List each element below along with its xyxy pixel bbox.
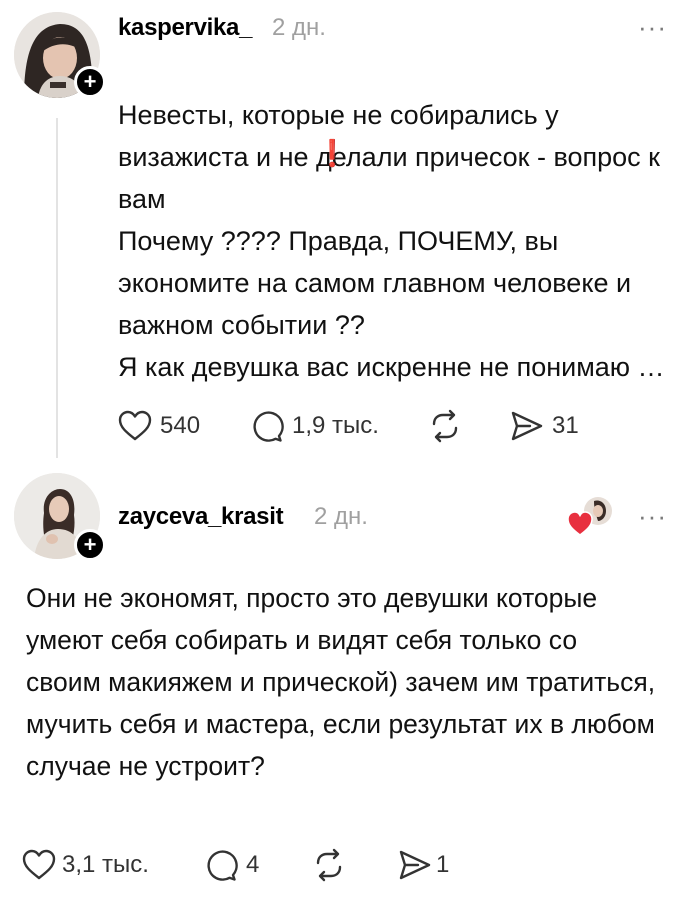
timestamp: 2 дн. <box>272 14 326 41</box>
send-icon <box>511 411 543 441</box>
reply-count: 1,9 тыс. <box>292 412 379 439</box>
heart-icon <box>22 849 56 880</box>
like-count: 3,1 тыс. <box>62 851 149 878</box>
comment-bubble-icon <box>253 411 284 442</box>
like-button[interactable]: 3,1 тыс. <box>22 845 149 885</box>
post-actions: 540 1,9 тыс. 31 <box>118 406 638 446</box>
username[interactable]: kaspervika_ <box>118 14 252 42</box>
exclamation-emoji-icon: ❗ <box>316 138 349 168</box>
post-zayceva: + zayceva_krasit 2 дн. ··· Они не эконом… <box>0 465 700 898</box>
follow-plus-button[interactable]: + <box>74 529 106 561</box>
post-text: Невесты, которые не собирались у визажис… <box>118 52 678 388</box>
reply-count: 4 <box>246 851 260 878</box>
post-text-body: Невесты, которые не собирались у визажис… <box>118 100 665 382</box>
post-actions: 3,1 тыс. 4 1 <box>22 845 542 885</box>
reply-button[interactable]: 4 <box>204 845 259 885</box>
more-options-button[interactable]: ··· <box>638 503 667 529</box>
repost-icon <box>432 409 458 443</box>
more-options-button[interactable]: ··· <box>638 14 667 40</box>
send-icon <box>399 850 431 880</box>
timestamp: 2 дн. <box>314 503 368 530</box>
repost-icon <box>316 848 342 882</box>
author-liked-badge <box>566 495 614 539</box>
like-button[interactable]: 540 <box>118 406 200 446</box>
post-kaspervika: + kaspervika_ 2 дн. ··· Невесты, которые… <box>0 0 700 465</box>
like-count: 540 <box>160 412 201 439</box>
share-count: 1 <box>436 851 450 878</box>
reply-button[interactable]: 1,9 тыс. <box>250 406 379 446</box>
follow-plus-button[interactable]: + <box>74 66 106 98</box>
author-liked-heart-icon <box>567 497 612 536</box>
reply-text: Они не экономят, просто это девушки кото… <box>26 583 656 781</box>
repost-button[interactable] <box>312 845 346 885</box>
heart-icon <box>118 410 152 441</box>
share-button[interactable]: 1 <box>398 845 449 885</box>
share-button[interactable]: 31 <box>510 406 579 446</box>
username[interactable]: zayceva_krasit <box>118 503 284 531</box>
share-count: 31 <box>552 412 579 439</box>
comment-bubble-icon <box>207 850 238 881</box>
thread-line <box>56 118 58 458</box>
repost-button[interactable] <box>428 406 462 446</box>
